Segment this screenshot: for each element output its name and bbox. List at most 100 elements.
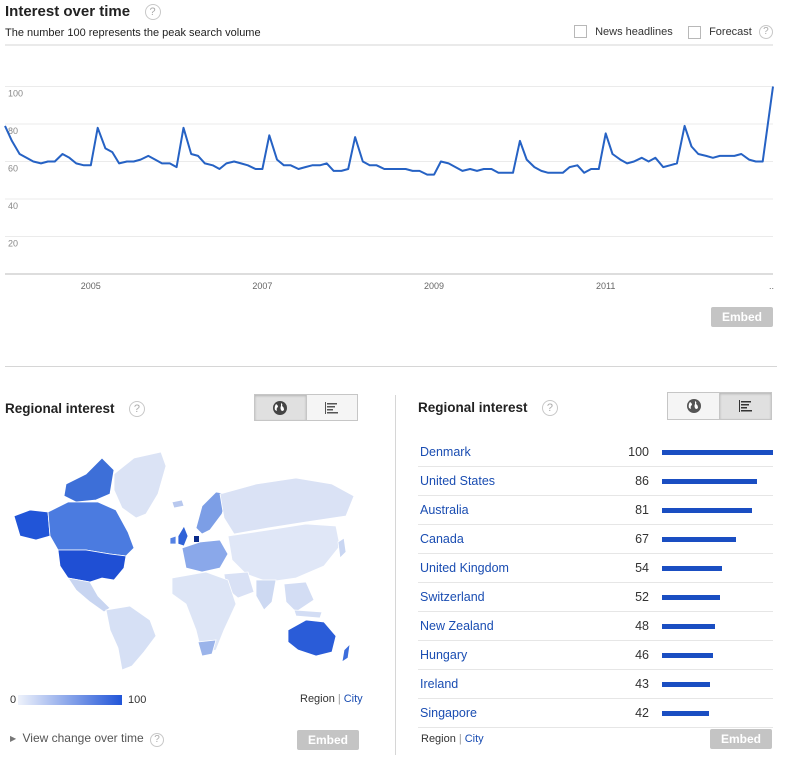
map-japan[interactable]	[337, 537, 347, 559]
x-tick-label: 2005	[81, 281, 101, 291]
interest-header: Interest over time ?	[5, 3, 161, 21]
map-se-asia[interactable]	[283, 581, 315, 613]
map-city-link[interactable]: City	[344, 693, 363, 705]
x-tick-label: 2007	[252, 281, 272, 291]
region-value: 43	[635, 677, 649, 691]
region-value: 86	[635, 474, 649, 488]
map-india[interactable]	[255, 579, 277, 611]
list-city-link[interactable]: City	[465, 733, 484, 745]
region-row[interactable]: Ireland 43	[418, 670, 773, 699]
region-name[interactable]: United Kingdom	[420, 561, 509, 575]
view-change-label: View change over time	[22, 731, 144, 745]
region-bar	[662, 537, 736, 542]
region-value: 67	[635, 532, 649, 546]
map-alaska[interactable]	[13, 509, 51, 541]
y-tick-label: 40	[8, 201, 18, 211]
region-name[interactable]: New Zealand	[420, 619, 494, 633]
map-new-zealand[interactable]	[341, 642, 351, 663]
map-iceland[interactable]	[171, 499, 185, 509]
map-greenland[interactable]	[113, 451, 167, 519]
regional-list-header: Regional interest ?	[418, 399, 558, 417]
region-row[interactable]: Singapore 42	[418, 699, 773, 728]
region-bar	[662, 479, 757, 484]
map-region-label[interactable]: Region	[300, 693, 335, 705]
x-tick-label: 2009	[424, 281, 444, 291]
map-denmark[interactable]	[194, 536, 199, 542]
news-headlines-label: News headlines	[595, 25, 673, 38]
region-name[interactable]: United States	[420, 474, 495, 488]
map-south-africa[interactable]	[197, 639, 217, 657]
interest-subtitle: The number 100 represents the peak searc…	[5, 27, 261, 39]
x-tick-label: 2011	[596, 281, 615, 291]
legend-max: 100	[128, 694, 147, 706]
map-uk[interactable]	[177, 525, 189, 547]
y-tick-label: 60	[8, 164, 18, 174]
map-europe[interactable]	[181, 539, 229, 573]
region-name[interactable]: Switzerland	[420, 590, 485, 604]
map-mexico[interactable]	[67, 577, 111, 613]
regional-map-header: Regional interest ?	[5, 400, 145, 418]
legend-gradient	[18, 695, 122, 705]
column-divider	[395, 395, 396, 755]
y-tick-label: 100	[8, 89, 23, 99]
map-canada-north[interactable]	[63, 457, 115, 503]
view-change-over-time[interactable]: ▶ View change over time ?	[10, 731, 165, 747]
region-row[interactable]: Switzerland 52	[418, 583, 773, 612]
region-bar	[662, 653, 713, 658]
map-view-button[interactable]	[255, 395, 306, 420]
region-row[interactable]: United Kingdom 54	[418, 554, 773, 583]
help-icon[interactable]: ?	[541, 400, 558, 416]
map-australia[interactable]	[287, 619, 337, 657]
list-view-toggle	[667, 392, 772, 420]
help-icon[interactable]: ?	[150, 733, 165, 747]
forecast-checkbox[interactable]	[688, 25, 701, 39]
globe-icon	[273, 400, 288, 415]
forecast-help-icon[interactable]: ?	[758, 25, 773, 39]
region-name[interactable]: Australia	[420, 503, 469, 517]
region-row[interactable]: Canada 67	[418, 525, 773, 554]
region-name[interactable]: Hungary	[420, 648, 467, 662]
globe-icon	[686, 399, 701, 413]
map-indonesia[interactable]	[293, 609, 323, 619]
region-row[interactable]: New Zealand 48	[418, 612, 773, 641]
region-bar	[662, 711, 709, 716]
map-ireland[interactable]	[169, 535, 177, 545]
view-toggle	[254, 394, 358, 421]
region-row[interactable]: United States 86	[418, 467, 773, 496]
map-embed-button[interactable]: Embed	[297, 730, 359, 750]
list-icon	[738, 400, 752, 412]
help-icon[interactable]: ?	[144, 4, 161, 20]
region-name[interactable]: Singapore	[420, 706, 477, 720]
list-view-button[interactable]	[305, 395, 358, 420]
region-bar	[662, 595, 720, 600]
map-south-america[interactable]	[105, 605, 157, 670]
region-row[interactable]: Australia 81	[418, 496, 773, 525]
list-embed-button[interactable]: Embed	[710, 729, 772, 749]
world-map[interactable]	[6, 444, 360, 670]
map-usa[interactable]	[57, 549, 127, 583]
region-bar	[662, 450, 773, 455]
region-bar	[662, 566, 722, 571]
help-icon[interactable]: ?	[128, 401, 145, 417]
map-region-city-switch: Region | City	[300, 693, 363, 705]
regional-map-title: Regional interest	[5, 401, 115, 416]
list-region-label[interactable]: Region	[421, 733, 456, 745]
list-view-button[interactable]	[719, 393, 771, 419]
region-name[interactable]: Ireland	[420, 677, 458, 691]
forecast-toggle[interactable]: Forecast ?	[688, 25, 773, 39]
forecast-label: Forecast	[709, 26, 752, 38]
region-row[interactable]: Denmark 100	[418, 438, 773, 467]
interest-chart: 100806040202005 2007 2009 2011..	[4, 44, 774, 291]
interest-embed-button[interactable]: Embed	[711, 307, 773, 327]
region-name[interactable]: Canada	[420, 532, 464, 546]
regional-list-title: Regional interest	[418, 400, 528, 415]
region-name[interactable]: Denmark	[420, 445, 471, 459]
region-value: 46	[635, 648, 649, 662]
news-headlines-toggle[interactable]: News headlines	[574, 25, 673, 38]
region-value: 48	[635, 619, 649, 633]
region-row[interactable]: Hungary 46	[418, 641, 773, 670]
y-tick-label: 20	[8, 239, 18, 249]
map-view-button[interactable]	[668, 393, 719, 419]
map-canada[interactable]	[47, 501, 135, 557]
news-headlines-checkbox[interactable]	[574, 25, 587, 38]
